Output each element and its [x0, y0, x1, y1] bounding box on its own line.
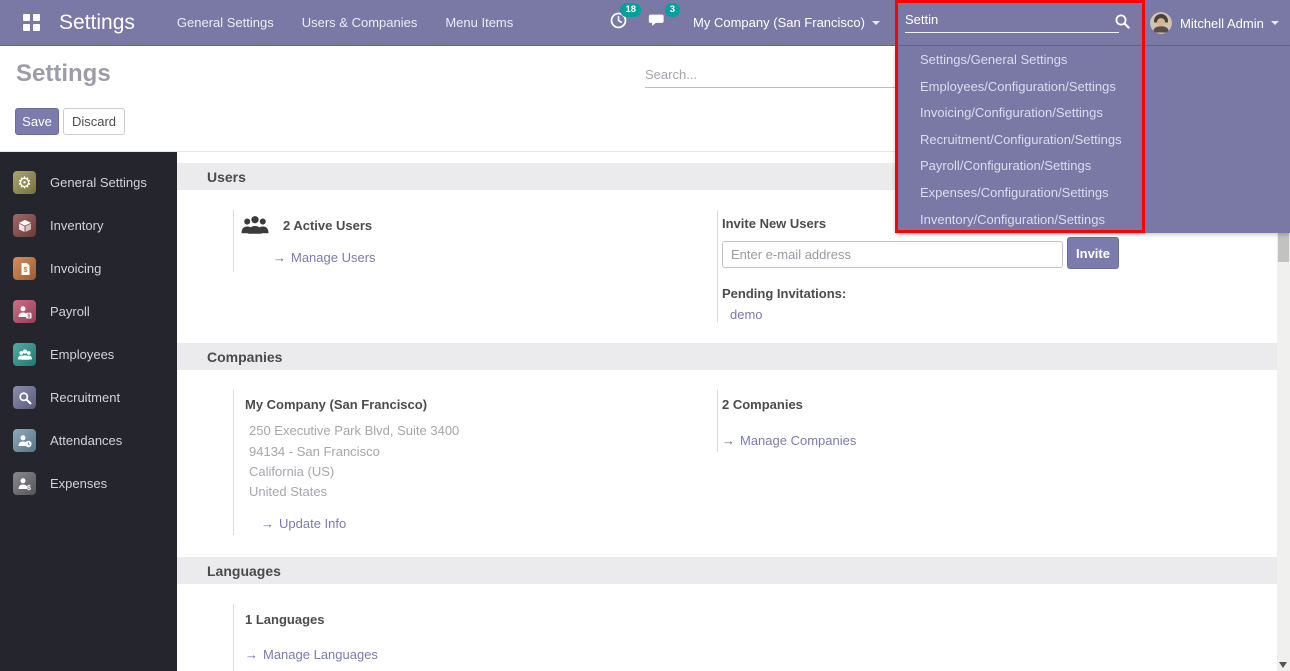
chevron-down-icon	[872, 21, 880, 25]
menu-search-input[interactable]	[905, 7, 1119, 33]
svg-text:$: $	[27, 485, 31, 492]
settings-search-input[interactable]	[645, 62, 897, 88]
settings-sidebar: ⚙ General Settings Inventory $ Invoicing…	[0, 152, 177, 671]
menu-menu-items[interactable]: Menu Items	[445, 15, 513, 30]
invoice-icon: $	[13, 257, 36, 280]
search-result-item[interactable]: Settings/General Settings	[920, 47, 1122, 74]
company-address-line: 94134 - San Francisco	[249, 444, 380, 459]
chat-bubble-icon	[648, 11, 667, 35]
sidebar-item-recruitment[interactable]: Recruitment	[0, 376, 177, 419]
sidebar-item-inventory[interactable]: Inventory	[0, 204, 177, 247]
messages-menu-button[interactable]: 3	[638, 11, 677, 35]
search-result-item[interactable]: Payroll/Configuration/Settings	[920, 153, 1122, 180]
scrollbar-down-arrow-icon[interactable]	[1279, 662, 1287, 668]
messages-badge: 3	[665, 3, 680, 17]
user-menu[interactable]: Mitchell Admin	[1150, 0, 1290, 46]
sidebar-item-expenses[interactable]: $ Expenses	[0, 462, 177, 505]
chevron-down-icon	[1271, 21, 1279, 25]
arrow-right-icon: →	[722, 433, 735, 448]
arrow-right-icon: →	[261, 516, 274, 531]
box-icon	[13, 214, 36, 237]
languages-count: 1 Languages	[245, 612, 324, 627]
sidebar-item-general-settings[interactable]: ⚙ General Settings	[0, 161, 177, 204]
svg-text:$: $	[27, 313, 30, 319]
invite-new-users-label: Invite New Users	[722, 216, 826, 231]
update-info-link[interactable]: →Update Info	[261, 516, 346, 531]
search-icon[interactable]	[1114, 13, 1131, 35]
companies-count: 2 Companies	[722, 397, 803, 412]
manage-languages-link[interactable]: →Manage Languages	[245, 647, 378, 662]
search-results-dropdown: Settings/General Settings Employees/Conf…	[895, 46, 1290, 233]
user-name: Mitchell Admin	[1180, 16, 1264, 31]
sidebar-item-employees[interactable]: Employees	[0, 333, 177, 376]
arrow-right-icon: →	[273, 250, 286, 265]
company-switcher[interactable]: My Company (San Francisco)	[693, 15, 880, 30]
manage-users-link[interactable]: →Manage Users	[273, 250, 376, 265]
topbar-search	[895, 0, 1145, 46]
search-result-item[interactable]: Inventory/Configuration/Settings	[920, 207, 1122, 234]
menu-general-settings[interactable]: General Settings	[177, 15, 274, 30]
menu-users-companies[interactable]: Users & Companies	[302, 15, 418, 30]
top-menu: General Settings Users & Companies Menu …	[177, 15, 513, 30]
sidebar-item-payroll[interactable]: $ Payroll	[0, 290, 177, 333]
apps-menu-icon[interactable]	[23, 14, 40, 31]
breadcrumb: Settings	[16, 60, 111, 88]
avatar	[1150, 12, 1172, 34]
expense-icon: $	[13, 472, 36, 495]
app-title[interactable]: Settings	[59, 11, 135, 35]
save-button[interactable]: Save	[15, 108, 59, 135]
search-result-item[interactable]: Invoicing/Configuration/Settings	[920, 100, 1122, 127]
pending-invitations-label: Pending Invitations:	[722, 286, 846, 301]
search-result-item[interactable]: Expenses/Configuration/Settings	[920, 180, 1122, 207]
search-result-item[interactable]: Employees/Configuration/Settings	[920, 74, 1122, 101]
gear-icon: ⚙	[13, 171, 36, 194]
discard-button[interactable]: Discard	[63, 108, 125, 135]
payroll-icon: $	[13, 300, 36, 323]
invite-email-input[interactable]	[722, 241, 1063, 268]
scrollbar-thumb[interactable]	[1278, 232, 1289, 262]
company-address-line: California (US)	[249, 464, 334, 479]
search-result-item[interactable]: Recruitment/Configuration/Settings	[920, 127, 1122, 154]
sidebar-item-invoicing[interactable]: $ Invoicing	[0, 247, 177, 290]
company-address-line: 250 Executive Park Blvd, Suite 3400	[249, 423, 459, 438]
manage-companies-link[interactable]: →Manage Companies	[722, 433, 856, 448]
attendance-icon	[13, 429, 36, 452]
employees-icon	[13, 343, 36, 366]
activity-menu-button[interactable]: 18	[599, 11, 638, 35]
pending-invitee-link[interactable]: demo	[730, 307, 763, 322]
magnifier-icon	[13, 386, 36, 409]
active-users-count: 2 Active Users	[283, 218, 372, 233]
section-header-languages: Languages	[177, 557, 1277, 584]
sidebar-item-attendances[interactable]: Attendances	[0, 419, 177, 462]
group-users-icon	[241, 214, 269, 242]
svg-text:$: $	[23, 267, 27, 274]
arrow-right-icon: →	[245, 647, 258, 662]
company-name: My Company (San Francisco)	[245, 397, 427, 412]
company-address-line: United States	[249, 484, 327, 499]
invite-button[interactable]: Invite	[1067, 237, 1119, 269]
section-header-companies: Companies	[177, 343, 1277, 370]
